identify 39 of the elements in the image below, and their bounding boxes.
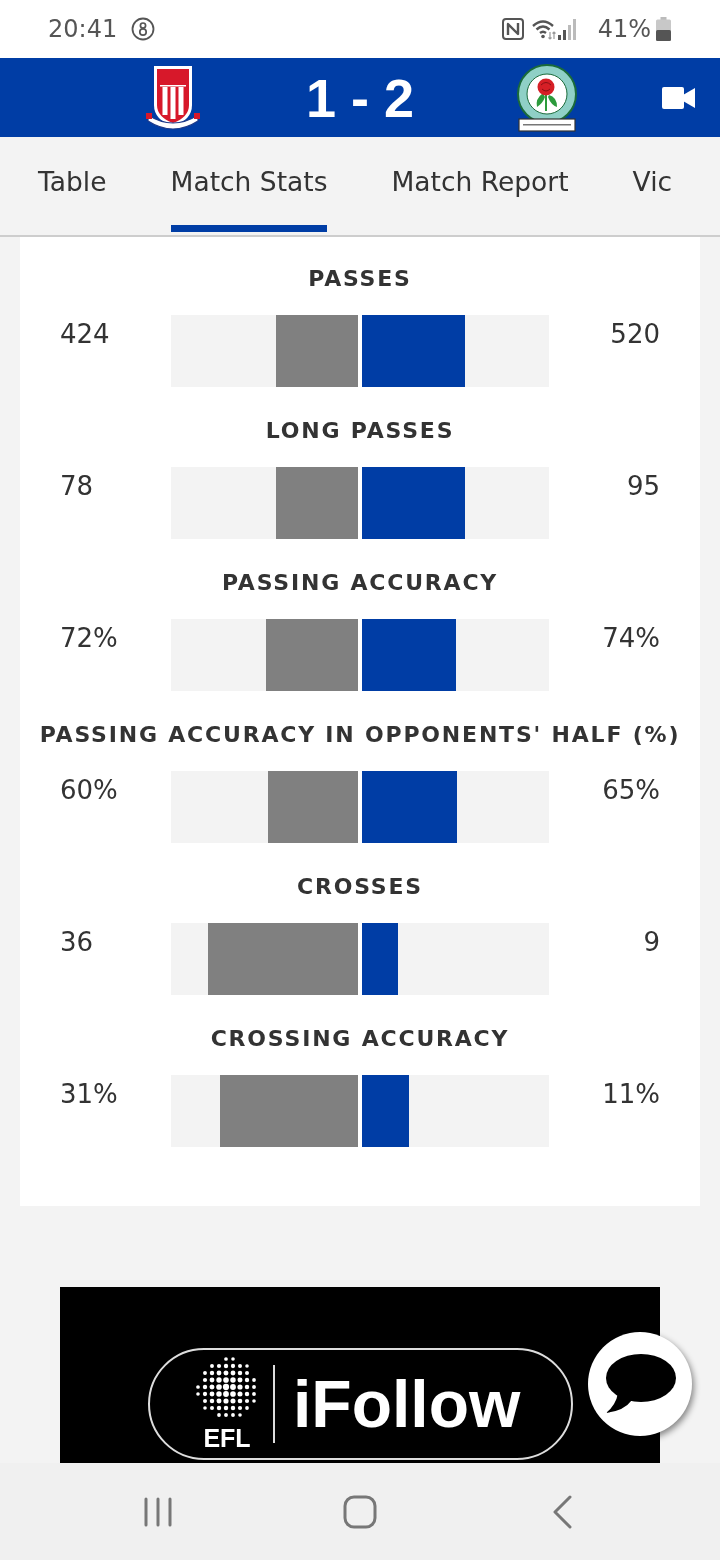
home-icon[interactable] <box>343 1494 377 1529</box>
match-score: 1 - 2 <box>305 67 415 128</box>
away-stat-value: 65% <box>602 774 660 807</box>
logo-text: EFL <box>203 1424 251 1452</box>
ad-banner[interactable]: EFL iFollow <box>60 1287 660 1463</box>
stat-title: PASSING ACCURACY <box>220 569 500 597</box>
stat-title: LONG PASSES <box>264 417 456 445</box>
wifi-icon <box>531 18 556 40</box>
away-stat-value: 9 <box>643 926 660 959</box>
home-stat-value: 424 <box>60 318 110 351</box>
away-stat-value: 520 <box>610 318 660 351</box>
stat-title: CROSSING ACCURACY <box>209 1025 511 1053</box>
tab[interactable]: Table <box>38 137 107 232</box>
battery-percentage: 41% <box>597 14 651 44</box>
home-stat-value: 78 <box>60 470 94 503</box>
home-stat-value: 31% <box>60 1078 118 1111</box>
tab[interactable]: Vic <box>632 137 673 232</box>
recent-apps-icon[interactable] <box>143 1496 173 1527</box>
nfc-icon <box>501 18 524 40</box>
battery-icon <box>656 17 671 41</box>
away-stat-value: 74% <box>602 622 660 655</box>
speech-bubble-icon <box>604 1353 676 1415</box>
tab[interactable]: Match Report <box>391 137 569 232</box>
dotted-ball-icon <box>195 1356 259 1420</box>
notification-icon <box>131 17 156 41</box>
striped-crest-icon <box>145 64 201 131</box>
stat-title: CROSSES <box>296 873 424 901</box>
video-camera-icon[interactable] <box>662 86 695 109</box>
away-stat-value: 11% <box>602 1078 660 1111</box>
home-stat-value: 72% <box>60 622 118 655</box>
stat-title: PASSING ACCURACY IN OPPONENTS' HALF (%) <box>38 721 682 749</box>
home-stat-value: 36 <box>60 926 94 959</box>
stat-title: PASSES <box>307 265 413 293</box>
status-time: 20:41 <box>48 14 118 44</box>
back-icon[interactable] <box>551 1494 573 1529</box>
home-stat-value: 60% <box>60 774 118 807</box>
brand-text: iFollow <box>293 1369 521 1439</box>
signal-icon <box>557 18 577 40</box>
away-stat-value: 95 <box>626 470 660 503</box>
